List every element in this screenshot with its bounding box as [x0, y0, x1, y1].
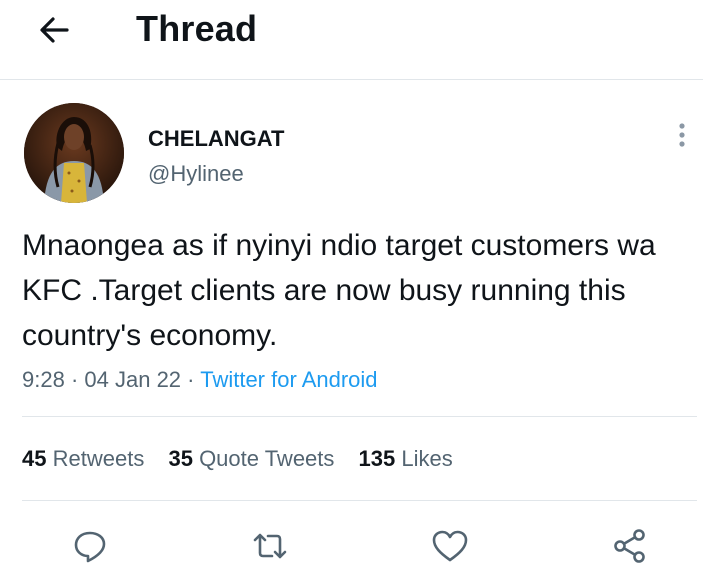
quote-tweets-count: 35 — [168, 446, 193, 471]
reply-button[interactable] — [70, 526, 110, 566]
likes-stat[interactable]: 135 Likes — [359, 446, 453, 471]
retweets-stat[interactable]: 45 Retweets — [22, 446, 144, 471]
back-button[interactable] — [34, 10, 74, 50]
retweets-count: 45 — [22, 446, 47, 471]
divider — [22, 416, 697, 417]
share-icon — [614, 529, 645, 563]
more-options-button[interactable] — [672, 121, 692, 151]
tweet-time[interactable]: 9:28 — [22, 367, 65, 392]
quote-tweets-stat[interactable]: 35 Quote Tweets — [168, 446, 334, 471]
retweet-icon — [253, 533, 287, 559]
user-handle[interactable]: @Hylinee — [148, 161, 244, 187]
tweet-meta: 9:28 · 04 Jan 22 · Twitter for Android — [22, 367, 378, 393]
tweet-source[interactable]: Twitter for Android — [200, 367, 377, 392]
display-name[interactable]: CHELANGAT — [148, 126, 284, 152]
meta-separator: · — [70, 367, 79, 392]
avatar[interactable] — [24, 103, 124, 203]
arrow-left-icon — [40, 17, 69, 43]
like-icon — [432, 530, 468, 562]
retweets-label: Retweets — [52, 446, 145, 471]
meta-separator: · — [187, 367, 195, 392]
thread-header: Thread — [0, 0, 703, 80]
reply-icon — [74, 531, 106, 563]
share-button[interactable] — [610, 526, 650, 566]
quote-tweets-label: Quote Tweets — [199, 446, 335, 471]
tweet-stats: 45 Retweets 35 Quote Tweets 135 Likes — [22, 446, 471, 472]
divider — [22, 500, 697, 501]
like-button[interactable] — [430, 526, 470, 566]
tweet-text: Mnaongea as if nyinyi ndio target custom… — [22, 229, 656, 352]
likes-count: 135 — [358, 446, 396, 471]
more-vertical-icon — [679, 123, 685, 147]
likes-label: Likes — [401, 446, 453, 471]
page-title: Thread — [136, 8, 258, 49]
tweet-date[interactable]: 04 Jan 22 — [84, 367, 181, 392]
retweet-button[interactable] — [250, 526, 290, 566]
